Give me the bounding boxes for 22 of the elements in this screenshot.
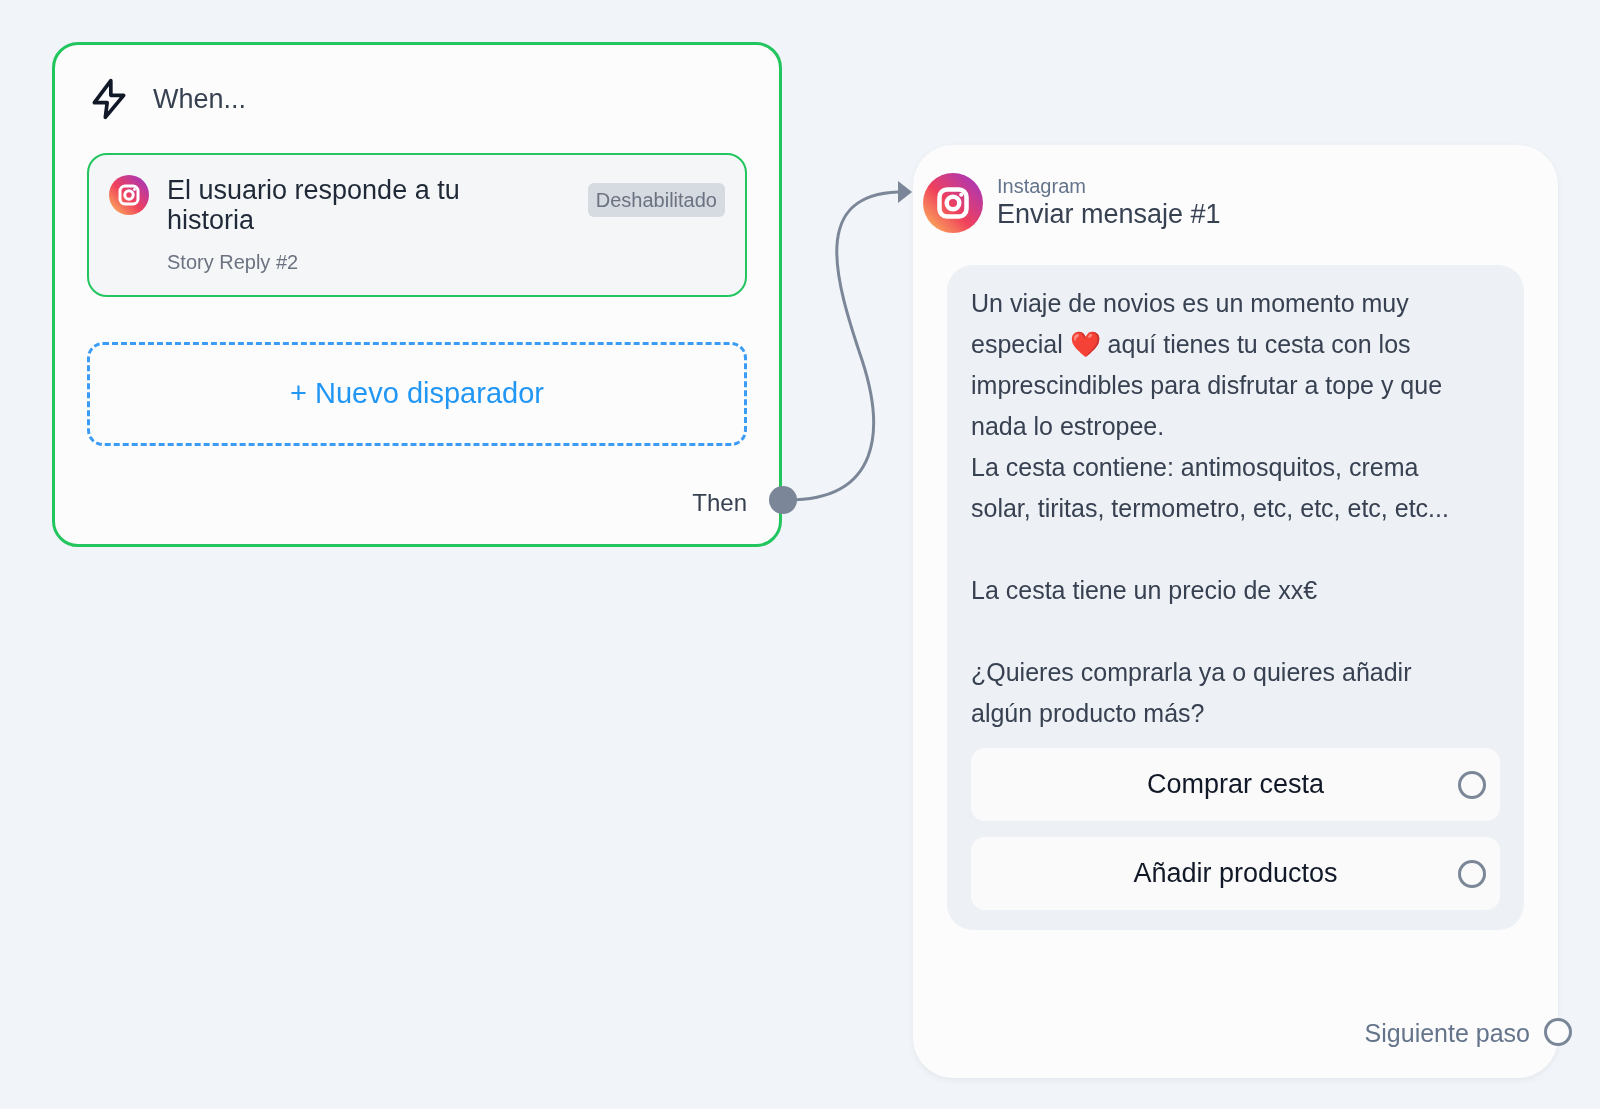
next-step-handle[interactable] bbox=[1544, 1018, 1572, 1046]
button-handle[interactable] bbox=[1458, 770, 1486, 799]
trigger-subtitle: Story Reply #2 bbox=[167, 250, 300, 275]
reply-button[interactable]: Añadir productos bbox=[971, 837, 1500, 910]
button-handle[interactable] bbox=[1458, 859, 1486, 888]
channel-label: Instagram bbox=[997, 175, 1087, 197]
next-step-label: Siguiente paso bbox=[1364, 1018, 1530, 1049]
trigger-card[interactable]: El usuario responde a tu historia Deshabilitado Story Reply #2 bbox=[87, 153, 747, 297]
output-handle[interactable] bbox=[769, 486, 797, 514]
status-badge: Deshabilitado bbox=[587, 183, 725, 217]
trigger-title: El usuario responde a tu historia bbox=[167, 175, 461, 235]
node-title: When... bbox=[153, 82, 247, 116]
node-title: Enviar mensaje #1 bbox=[997, 198, 1221, 231]
message-node[interactable] bbox=[913, 145, 1558, 1078]
message-text: Un viaje de novios es un momento muy especial ❤ aquí tienes tu cesta con los imprescindibles para disfrutar a tope y que nada lo estropee. La cesta contiene: antimosquitos, crema solar, tiritas, termometro, etc, etc, etc, etc... La cesta tiene un precio de xx€ ¿Quieres comprarla ya o quieres añadir algún producto más? bbox=[971, 288, 1450, 729]
then-label: Then bbox=[692, 488, 747, 518]
instagram-icon bbox=[923, 173, 983, 233]
reply-button[interactable]: Comprar cesta bbox=[971, 748, 1500, 821]
reply-label: Comprar cesta bbox=[1146, 768, 1325, 802]
trigger-node[interactable]: When... El usuario responde a tu historia Deshabilitado Story Reply #2 + Nuevo disparador Then bbox=[52, 42, 782, 547]
reply-label: Añadir productos bbox=[1133, 857, 1338, 891]
instagram-icon bbox=[109, 175, 149, 215]
